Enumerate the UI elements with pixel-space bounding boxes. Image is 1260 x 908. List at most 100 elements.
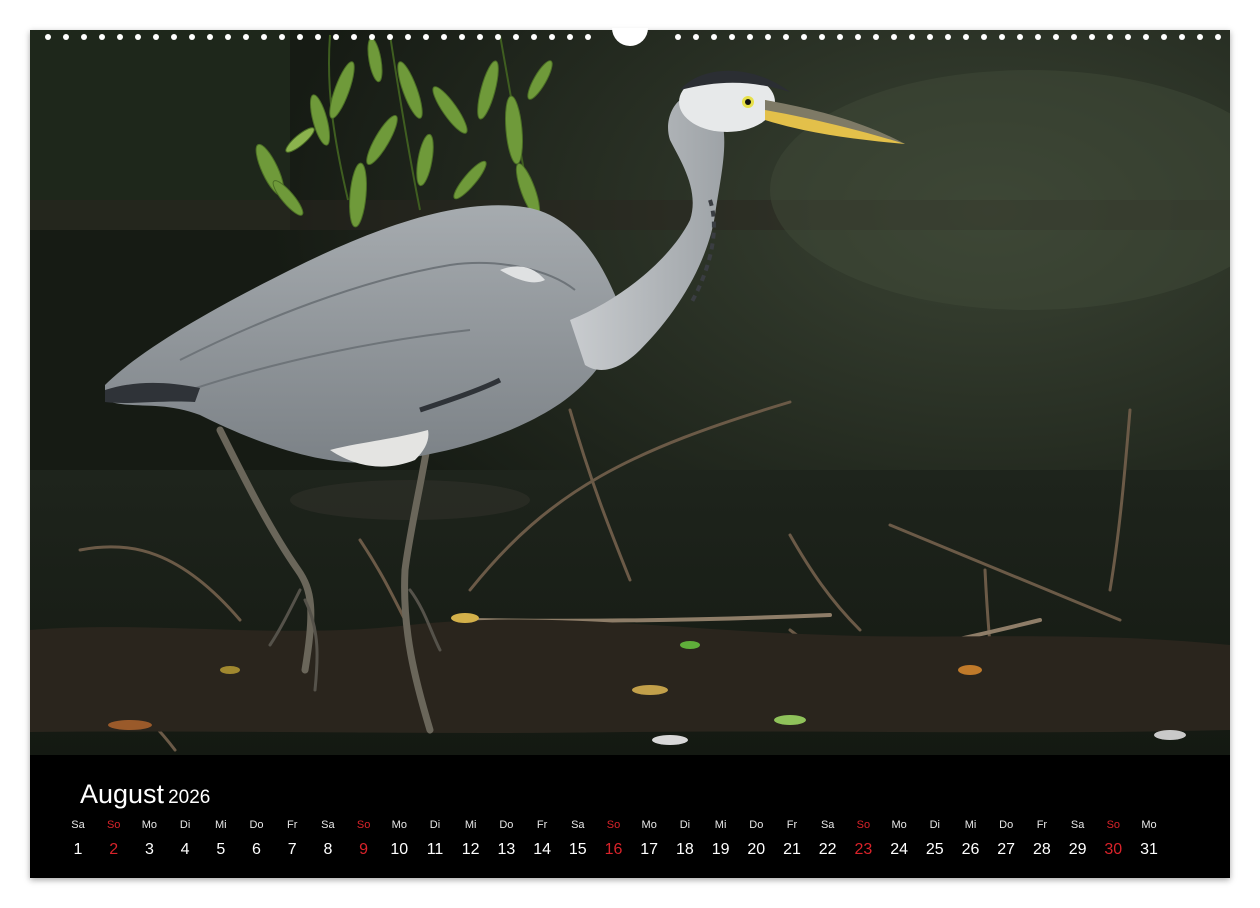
binding-hole [81,34,87,40]
binding-hole [1161,34,1167,40]
day-number: 5 [216,841,226,858]
binding-hole [153,34,159,40]
weekday-label: Do [749,819,764,831]
weekday-label: So [856,819,871,831]
binding-hole [135,34,141,40]
binding-hole [351,34,357,40]
weekday-label: Di [179,819,191,831]
binding-hole [999,34,1005,40]
binding-hole [981,34,987,40]
binding-hole [477,34,483,40]
weekday-label: Do [999,819,1014,831]
weekday-label: Fr [536,819,548,831]
binding-hole [423,34,429,40]
binding-hole [1053,34,1059,40]
binding-hole [513,34,519,40]
weekday-label: Di [679,819,691,831]
weekday-label: Mo [141,819,158,831]
weekday-label: So [106,819,121,831]
binding-hole [45,34,51,40]
binding-hole [1143,34,1149,40]
heron-photo [30,30,1230,755]
day-number: 25 [925,841,944,858]
binding-hole [891,34,897,40]
debris-mound [30,619,1230,733]
binding-hole [585,34,591,40]
weekday-label: Mi [714,819,727,831]
weekday-label: Mo [391,819,407,831]
day-number: 7 [287,841,297,858]
binding-hole [315,34,321,40]
binding-hole [369,34,375,40]
day-number: 16 [604,841,623,858]
weekday-label: Sa [571,819,585,831]
binding-hole [711,34,717,40]
weekday-label: Mi [214,819,227,831]
binding-hole [855,34,861,40]
weekday-label: Do [249,819,264,831]
day-number: 4 [180,841,190,858]
binding-hole [1215,34,1221,40]
day-number: 24 [890,841,908,858]
binding-hole [243,34,249,40]
binding-hole [63,34,69,40]
binding-hole [405,34,411,40]
binding-hole [819,34,825,40]
binding-hole [729,34,735,40]
binding-hole [117,34,123,40]
year-label: 2026 [168,787,211,808]
weekday-label: Mo [1141,819,1157,831]
binding-hole [549,34,555,40]
binding-hole [1125,34,1131,40]
day-number: 29 [1068,841,1087,858]
binding-hole [747,34,753,40]
binding-hole [963,34,969,40]
day-number: 2 [109,841,119,858]
binding-hole [909,34,915,40]
weekday-label: Mo [641,819,657,831]
weekday-label: Mi [464,819,477,831]
weekday-label: Sa [1070,819,1085,831]
day-number: 9 [359,841,369,858]
day-number: 31 [1140,841,1158,858]
binding-hole [927,34,933,40]
weekday-label: Mi [964,819,977,831]
day-number: 14 [533,841,551,858]
binding-hole [387,34,393,40]
day-number: 11 [426,841,444,858]
binding-hole [495,34,501,40]
day-number: 8 [323,841,333,858]
binding-hole [1017,34,1023,40]
binding-hole [207,34,213,40]
binding-hole [459,34,465,40]
day-number: 1 [73,841,83,858]
binding-hole [189,34,195,40]
day-number: 13 [497,841,516,858]
day-number: 23 [854,841,873,858]
day-number: 18 [675,841,694,858]
binding-hole [441,34,447,40]
binding-hole [1089,34,1095,40]
binding-hole [567,34,573,40]
binding-hole [675,34,681,40]
binding-hole [171,34,177,40]
weekday-label: Fr [286,819,298,831]
binding-hole [873,34,879,40]
binding-hole [279,34,285,40]
weekday-label: Do [499,819,514,831]
calendar-strip: August 2026 Sa 1 So 2 Mo 3 Di 4 Mi 5 Do 6 Fr 7 Sa 8 So 9 Mo… [30,755,1230,878]
day-number: 28 [1032,841,1051,858]
day-number: 21 [783,841,801,858]
weekday-label: So [606,819,621,831]
month-label: August [80,779,165,809]
binding-hole [333,34,339,40]
weekday-label: So [356,819,371,831]
day-number: 19 [711,841,730,858]
binding-hole [261,34,267,40]
day-number: 15 [568,841,587,858]
day-number: 10 [390,841,409,858]
weekday-label: Di [429,819,441,831]
binding-hole [783,34,789,40]
weekday-label: Fr [786,819,798,831]
binding-hole [1107,34,1113,40]
